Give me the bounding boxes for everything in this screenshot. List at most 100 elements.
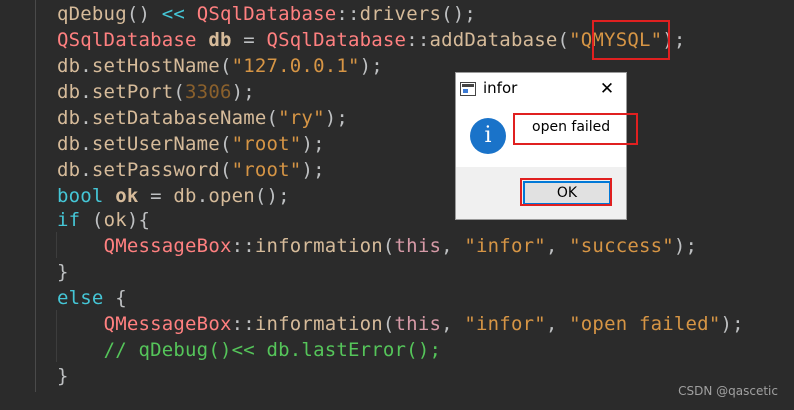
code-token: . (80, 55, 92, 77)
code-token: << (161, 3, 186, 25)
code-token: (); (254, 185, 290, 207)
code-token: ( (557, 29, 570, 51)
watermark: CSDN @qascetic (678, 384, 778, 398)
code-token: , (545, 313, 570, 335)
code-token: ( (382, 235, 395, 257)
code-line: } (57, 363, 69, 389)
code-token: setHostName (91, 55, 220, 77)
code-line: qDebug() << QSqlDatabase::drivers(); (57, 1, 476, 27)
code-line: // qDebug()<< db.lastError(); (57, 337, 441, 363)
code-token: "root" (231, 159, 302, 181)
code-token: addDatabase (429, 29, 558, 51)
code-token: else (57, 287, 104, 309)
code-token: setUserName (91, 133, 220, 155)
code-token: ); (673, 235, 698, 257)
dialog-title-bar[interactable]: infor ✕ (456, 73, 626, 105)
code-token: . (80, 107, 92, 129)
code-token: } (57, 365, 69, 387)
code-line: db.setPort(3306); (57, 79, 255, 105)
code-token: . (80, 159, 92, 181)
code-token: bool (57, 185, 104, 207)
code-token: setPort (91, 81, 174, 103)
code-token: "127.0.0.1" (231, 55, 360, 77)
highlight-box-ok (520, 178, 612, 206)
code-token: open (208, 185, 255, 207)
gutter-divider (35, 0, 36, 392)
code-line: db.setHostName("127.0.0.1"); (57, 53, 383, 79)
code-line: } (57, 259, 69, 285)
code-token: // qDebug()<< db.lastError(); (103, 339, 442, 361)
code-token: qDebug (57, 3, 127, 25)
code-token: db (57, 159, 81, 181)
code-line: if (ok){ (57, 207, 150, 233)
code-token: db (57, 107, 81, 129)
code-token: 3306 (185, 81, 232, 103)
code-token: QSqlDatabase (196, 3, 337, 25)
code-line: db.setPassword("root"); (57, 157, 325, 183)
code-token: . (80, 133, 92, 155)
code-token: ( (382, 313, 395, 335)
code-token: ( (266, 107, 279, 129)
code-token: :: (336, 3, 360, 25)
information-icon: i (470, 118, 506, 154)
close-icon[interactable]: ✕ (596, 78, 618, 100)
code-token: , (545, 235, 570, 257)
code-token: ok (115, 185, 139, 207)
code-token: db (57, 81, 81, 103)
code-token: setPassword (91, 159, 220, 181)
code-token: :: (231, 235, 255, 257)
code-line: QMessageBox::information(this, "infor", … (57, 311, 744, 337)
code-token: db (57, 133, 81, 155)
code-line: db.setDatabaseName("ry"); (57, 105, 348, 131)
code-token: QSqlDatabase (57, 29, 197, 51)
code-token: "infor" (464, 235, 546, 257)
code-token: = (138, 185, 174, 207)
window-icon (460, 82, 476, 96)
code-token: :: (406, 29, 430, 51)
code-token: , (441, 235, 465, 257)
code-line: else { (57, 285, 127, 311)
code-token: :: (231, 313, 255, 335)
code-token: drivers (359, 3, 442, 25)
code-token: = (231, 29, 267, 51)
code-token: ); (301, 133, 325, 155)
code-token: db (57, 55, 81, 77)
code-editor[interactable]: qDebug() << QSqlDatabase::drivers(); QSql… (0, 0, 794, 410)
code-token: ); (324, 107, 348, 129)
code-token: QSqlDatabase (266, 29, 407, 51)
code-token: } (57, 261, 69, 283)
code-token: ); (301, 159, 325, 181)
code-token: ( (219, 133, 232, 155)
code-token: db (173, 185, 197, 207)
code-token: "root" (231, 133, 302, 155)
code-token: . (196, 185, 209, 207)
highlight-box-message (513, 113, 638, 145)
code-token: ( (173, 81, 186, 103)
highlight-box-qmysql (592, 20, 670, 60)
code-token: setDatabaseName (91, 107, 267, 129)
code-token: ); (231, 81, 255, 103)
code-token: ( (219, 55, 232, 77)
code-token: ok (103, 209, 127, 231)
code-token: "success" (569, 235, 674, 257)
code-token: ( (219, 159, 232, 181)
code-token: "ry" (278, 107, 325, 129)
code-token: ); (720, 313, 744, 335)
code-line: QMessageBox::information(this, "infor", … (57, 233, 697, 259)
code-token: ){ (126, 209, 151, 231)
code-token: () (126, 3, 162, 25)
dialog-title: infor (483, 79, 518, 97)
code-token: ( (80, 209, 104, 231)
code-token: ); (359, 55, 383, 77)
code-line: bool ok = db.open(); (57, 183, 290, 209)
code-token: "infor" (464, 313, 546, 335)
code-token: this (394, 235, 442, 257)
code-token: { (103, 287, 127, 309)
code-line: db.setUserName("root"); (57, 131, 325, 157)
